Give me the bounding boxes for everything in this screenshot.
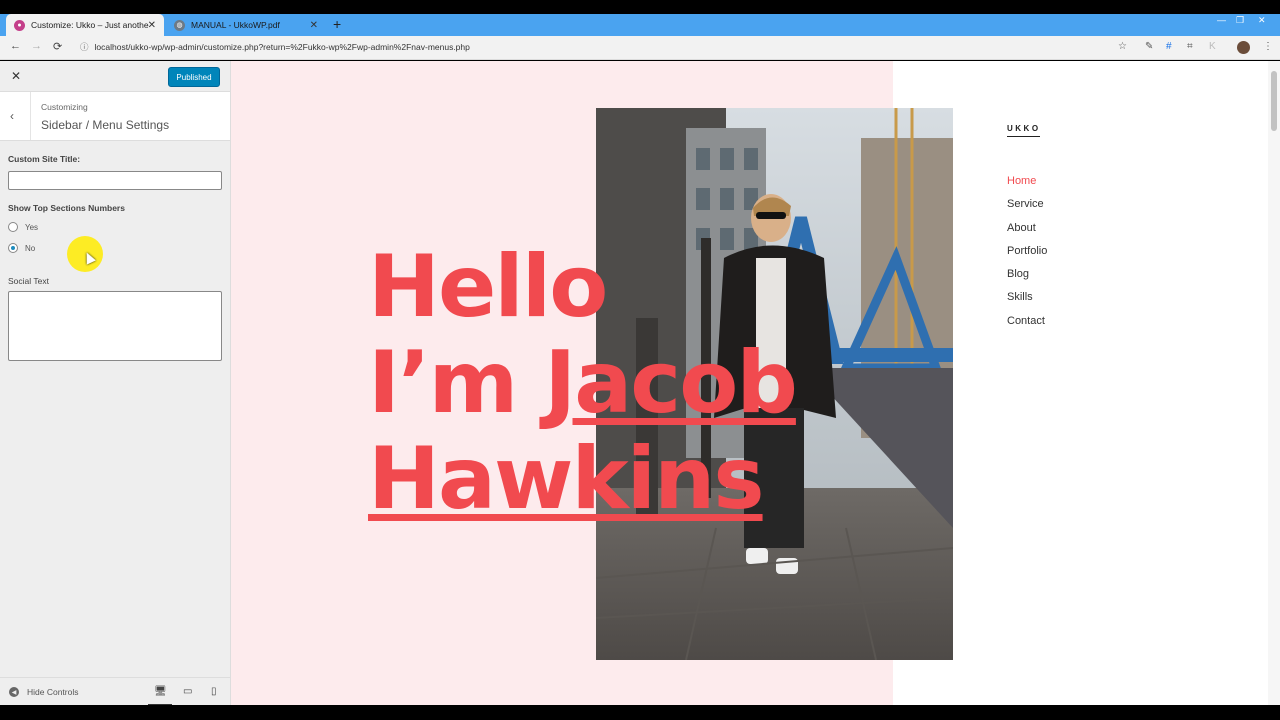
collapse-icon: ◀	[9, 687, 19, 697]
hero-heading: Hello I’m Jacob Hawkins	[368, 237, 798, 527]
nav-item-service[interactable]: Service	[1007, 197, 1047, 220]
hide-controls-label: Hide Controls	[27, 687, 79, 697]
back-icon[interactable]: ←	[10, 40, 21, 52]
minimize-icon[interactable]: —	[1217, 15, 1226, 25]
nav-item-portfolio[interactable]: Portfolio	[1007, 244, 1047, 267]
close-icon[interactable]: ✕	[148, 20, 156, 31]
crop-icon[interactable]: ⌗	[1187, 41, 1193, 52]
tablet-preview-icon[interactable]: ▭	[183, 686, 192, 697]
hero-prefix: I’m	[368, 333, 545, 433]
new-tab-button[interactable]: +	[333, 16, 341, 32]
nav-item-contact[interactable]: Contact	[1007, 314, 1047, 337]
radio-no-row[interactable]: No	[8, 243, 35, 253]
desktop-preview-icon[interactable]: 🖥	[148, 686, 172, 706]
browser-tab-strip: ● Customize: Ukko – Just another V ✕ ◍ M…	[0, 14, 1280, 36]
radio-no-label: No	[25, 243, 36, 253]
customizing-label: Customizing	[41, 102, 88, 112]
top-black-band	[0, 0, 1280, 14]
customizer-header: ✕ Published	[0, 61, 230, 91]
globe-icon: ◍	[174, 19, 185, 31]
info-icon[interactable]: ⓘ	[80, 42, 89, 52]
restore-icon[interactable]: ❐	[1236, 15, 1244, 26]
custom-site-title-input[interactable]	[8, 171, 222, 190]
hero-line-1: Hello	[368, 237, 608, 337]
divider	[30, 92, 31, 140]
site-preview: Hello I’m Jacob Hawkins UKKO Home Servic…	[231, 61, 1280, 705]
hash-icon[interactable]: #	[1166, 41, 1172, 52]
screen: ● Customize: Ukko – Just another V ✕ ◍ M…	[0, 0, 1280, 720]
bottom-black-band	[0, 705, 1280, 720]
menu-icon[interactable]: ⋮	[1263, 41, 1273, 52]
forward-icon[interactable]: →	[31, 40, 42, 52]
tab-customize[interactable]: ● Customize: Ukko – Just another V ✕	[6, 14, 164, 36]
tab-title: MANUAL - UkkoWP.pdf	[191, 20, 280, 30]
close-icon[interactable]: ✕	[11, 69, 21, 83]
logo-underline	[1007, 136, 1040, 137]
show-numbers-label: Show Top Sections Numbers	[8, 203, 125, 213]
hero-line-3: Hawkins	[368, 431, 796, 527]
nav-item-skills[interactable]: Skills	[1007, 290, 1047, 313]
mobile-preview-icon[interactable]: ▯	[211, 686, 217, 697]
reload-icon[interactable]: ⟳	[53, 40, 62, 53]
site-nav: Home Service About Portfolio Blog Skills…	[1007, 174, 1047, 337]
preview-scrollbar[interactable]	[1268, 61, 1280, 705]
close-icon[interactable]: ✕	[310, 20, 318, 31]
url-text: localhost/ukko-wp/wp-admin/customize.php…	[94, 42, 470, 52]
publish-button[interactable]: Published	[168, 67, 220, 87]
social-text-textarea[interactable]	[8, 291, 222, 361]
hero-line-2: I’m Jacob	[368, 333, 798, 433]
hero-first-name: Jacob	[544, 333, 798, 433]
section-title: Sidebar / Menu Settings	[41, 118, 170, 132]
star-icon[interactable]: ☆	[1118, 41, 1127, 52]
custom-site-title-label: Custom Site Title:	[8, 154, 81, 164]
url-field[interactable]: ⓘ localhost/ukko-wp/wp-admin/customize.ph…	[80, 41, 470, 53]
pen-icon[interactable]: ✎	[1145, 41, 1153, 52]
radio-yes[interactable]	[8, 222, 18, 232]
section-header: ‹ Customizing Sidebar / Menu Settings	[0, 91, 230, 141]
site-logo[interactable]: UKKO	[1007, 124, 1041, 133]
customizer-footer: ◀ Hide Controls 🖥 ▭ ▯	[0, 677, 230, 706]
hero-last-name: Hawkins	[368, 429, 765, 529]
k-extension-icon[interactable]: K	[1209, 41, 1216, 52]
avatar[interactable]	[1237, 41, 1250, 54]
back-arrow-icon[interactable]: ‹	[10, 109, 14, 123]
hide-controls-button[interactable]: ◀ Hide Controls	[9, 687, 79, 697]
scroll-thumb[interactable]	[1271, 71, 1277, 131]
tab-manual[interactable]: ◍ MANUAL - UkkoWP.pdf ✕	[166, 14, 326, 36]
nav-item-home[interactable]: Home	[1007, 174, 1047, 197]
radio-yes-label: Yes	[25, 222, 39, 232]
customizer-sidebar: ✕ Published ‹ Customizing Sidebar / Menu…	[0, 61, 231, 706]
social-text-label: Social Text	[8, 276, 49, 286]
nav-item-blog[interactable]: Blog	[1007, 267, 1047, 290]
radio-no[interactable]	[8, 243, 18, 253]
address-bar: ← → ⟳ ⓘ localhost/ukko-wp/wp-admin/custom…	[0, 36, 1280, 60]
window-close-icon[interactable]: ✕	[1258, 15, 1266, 26]
radio-yes-row[interactable]: Yes	[8, 222, 38, 232]
tab-title: Customize: Ukko – Just another V	[31, 20, 149, 30]
nav-item-about[interactable]: About	[1007, 221, 1047, 244]
ukko-favicon-icon: ●	[14, 19, 25, 31]
